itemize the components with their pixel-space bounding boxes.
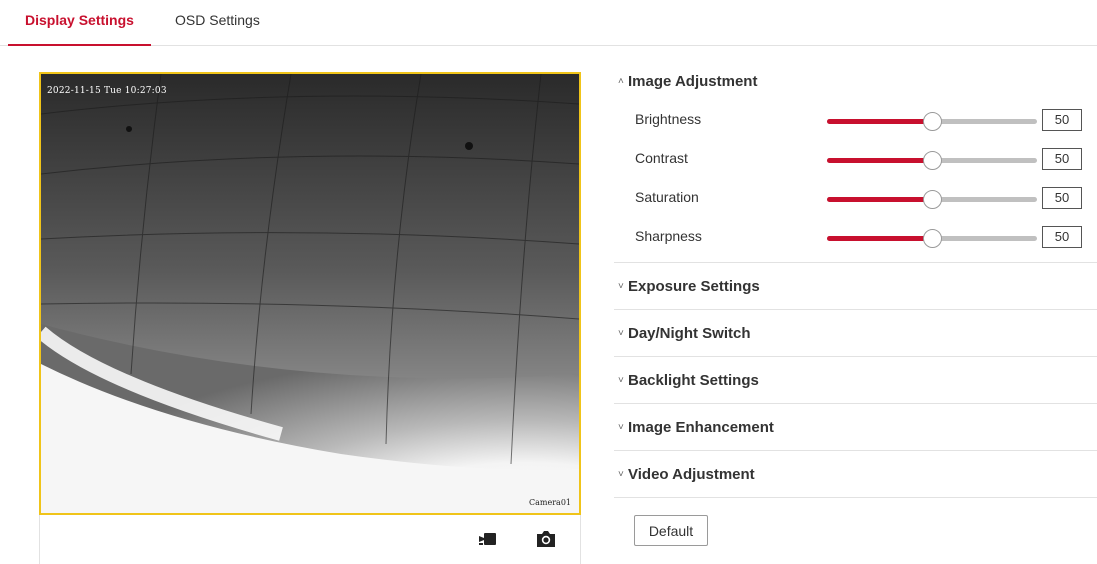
saturation-value-input[interactable]: 50 [1042, 187, 1082, 209]
section-title: Image Enhancement [628, 418, 774, 436]
tab-osd-settings[interactable]: OSD Settings [175, 12, 260, 46]
exposure-settings-header[interactable]: ˅ Exposure Settings [614, 263, 1097, 310]
camera-image [41, 74, 579, 513]
image-enhancement-header[interactable]: ˅ Image Enhancement [614, 404, 1097, 451]
chevron-down-icon: ˅ [618, 374, 624, 386]
chevron-down-icon: ˅ [618, 468, 624, 480]
tab-osd-settings-label: OSD Settings [175, 12, 260, 28]
tab-display-settings[interactable]: Display Settings [8, 12, 151, 46]
tab-bar: Display Settings OSD Settings [0, 0, 1097, 46]
osd-timestamp: 2022-11-15 Tue 10:27:03 [47, 86, 167, 96]
settings-panel: ˄ Image Adjustment Brightness 50 Contras… [614, 62, 1097, 546]
saturation-row: Saturation 50 [614, 178, 1097, 217]
section-title: Video Adjustment [628, 465, 755, 483]
brightness-row: Brightness 50 [614, 100, 1097, 139]
image-adjustment-header[interactable]: ˄ Image Adjustment [614, 62, 1097, 100]
slider-fill [827, 197, 932, 202]
video-record-icon[interactable] [477, 527, 501, 551]
slider-thumb[interactable] [923, 151, 942, 170]
contrast-row: Contrast 50 [614, 139, 1097, 178]
chevron-down-icon: ˅ [618, 327, 624, 339]
sharpness-label: Sharpness [635, 228, 702, 244]
sharpness-value-input[interactable]: 50 [1042, 226, 1082, 248]
section-title: Backlight Settings [628, 371, 759, 389]
slider-thumb[interactable] [923, 190, 942, 209]
saturation-label: Saturation [635, 189, 699, 205]
chevron-up-icon: ˄ [618, 75, 624, 87]
tab-display-settings-label: Display Settings [25, 12, 134, 28]
brightness-value-input[interactable]: 50 [1042, 109, 1082, 131]
contrast-slider[interactable] [827, 151, 1037, 170]
slider-fill [827, 236, 932, 241]
slider-fill [827, 158, 932, 163]
chevron-down-icon: ˅ [618, 421, 624, 433]
sharpness-row: Sharpness 50 [614, 217, 1097, 256]
sharpness-slider[interactable] [827, 229, 1037, 248]
chevron-down-icon: ˅ [618, 280, 624, 292]
slider-thumb[interactable] [923, 112, 942, 131]
live-preview[interactable]: 2022-11-15 Tue 10:27:03 Camera01 [39, 72, 581, 515]
contrast-value-input[interactable]: 50 [1042, 148, 1082, 170]
section-title: Day/Night Switch [628, 324, 751, 342]
slider-thumb[interactable] [923, 229, 942, 248]
image-adjustment-section: ˄ Image Adjustment Brightness 50 Contras… [614, 62, 1097, 263]
day-night-switch-header[interactable]: ˅ Day/Night Switch [614, 310, 1097, 357]
saturation-slider[interactable] [827, 190, 1037, 209]
camera-snapshot-icon[interactable] [534, 527, 558, 551]
section-title: Exposure Settings [628, 277, 760, 295]
slider-fill [827, 119, 932, 124]
preview-toolbar [39, 515, 581, 564]
osd-camera-name: Camera01 [529, 498, 571, 507]
backlight-settings-header[interactable]: ˅ Backlight Settings [614, 357, 1097, 404]
video-adjustment-header[interactable]: ˅ Video Adjustment [614, 451, 1097, 498]
default-button[interactable]: Default [634, 515, 708, 546]
brightness-label: Brightness [635, 111, 702, 127]
contrast-label: Contrast [635, 150, 688, 166]
brightness-slider[interactable] [827, 112, 1037, 131]
section-title: Image Adjustment [628, 72, 758, 90]
